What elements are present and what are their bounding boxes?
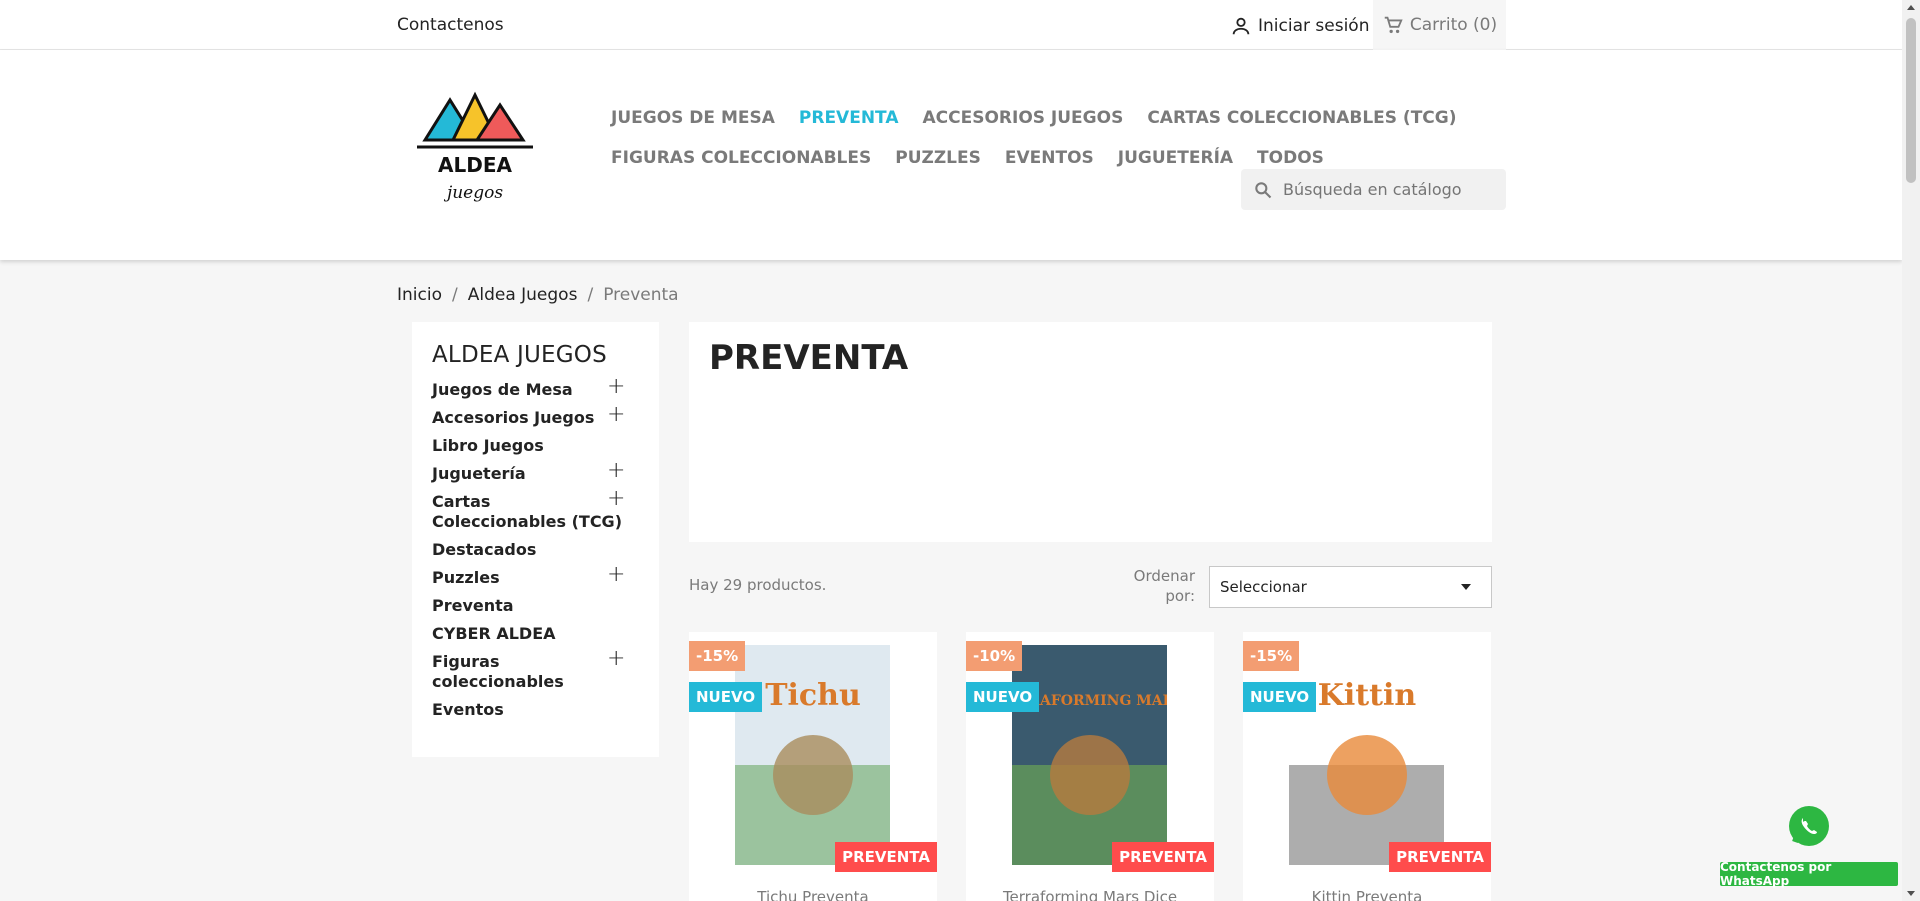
sidebar-item[interactable]: Figuras coleccionables +: [432, 648, 625, 692]
preorder-badge: PREVENTA: [835, 842, 937, 872]
search-icon[interactable]: [1253, 180, 1273, 200]
nav-item-eventos[interactable]: EVENTOS: [1005, 148, 1094, 168]
product-name[interactable]: Tichu Preventa: [689, 888, 937, 901]
product-name[interactable]: Kittin Preventa: [1243, 888, 1491, 901]
sidebar-item[interactable]: Juguetería +: [432, 460, 625, 484]
breadcrumb-separator: /: [587, 285, 594, 305]
sidebar-item[interactable]: Eventos: [432, 700, 622, 720]
logo-text: ALDEA: [438, 153, 512, 177]
discount-badge: -10%: [966, 641, 1023, 671]
product-card[interactable]: Tichu -15% NUEVO PREVENTA Tichu Preventa: [689, 632, 937, 901]
product-image[interactable]: Kittin: [1289, 645, 1444, 865]
sidebar-item[interactable]: Juegos de Mesa +: [432, 376, 625, 400]
sidebar-item[interactable]: Accesorios Juegos +: [432, 404, 625, 428]
page-title: PREVENTA: [709, 338, 909, 378]
category-header: PREVENTA: [689, 322, 1492, 542]
expand-plus-icon[interactable]: +: [607, 648, 625, 670]
discount-badge: -15%: [1243, 641, 1300, 671]
signin-label: Iniciar sesión: [1258, 16, 1370, 36]
sort-label: Ordenar por:: [1133, 567, 1195, 605]
sidebar-item-label: Eventos: [432, 700, 504, 719]
product-count: Hay 29 productos.: [689, 576, 827, 594]
discount-badge: -15%: [689, 641, 746, 671]
signin-link[interactable]: Iniciar sesión: [1230, 15, 1369, 37]
contact-link[interactable]: Contactenos: [397, 15, 504, 35]
sidebar-item-label: Juguetería: [432, 464, 526, 483]
whatsapp-icon[interactable]: [1787, 804, 1831, 848]
sidebar-item-label: Puzzles: [432, 568, 500, 587]
expand-plus-icon[interactable]: +: [607, 376, 625, 398]
store-logo[interactable]: ALDEA juegos: [415, 90, 540, 220]
sort-value: Seleccionar: [1220, 578, 1307, 596]
sidebar-item[interactable]: CYBER ALDEA: [432, 624, 622, 644]
breadcrumb-current: Preventa: [603, 285, 679, 305]
new-badge: NUEVO: [966, 682, 1040, 712]
scrollbar-thumb[interactable]: [1906, 18, 1916, 183]
sidebar-item[interactable]: Destacados: [432, 540, 622, 560]
cart-label: Carrito (0): [1409, 15, 1498, 35]
scroll-up-icon[interactable]: [1907, 5, 1915, 10]
sidebar-title[interactable]: ALDEA JUEGOS: [432, 342, 639, 368]
nav-item-juegos-de-mesa[interactable]: JUEGOS DE MESA: [611, 108, 775, 128]
sidebar-item-label: Preventa: [432, 596, 514, 615]
sidebar-item-label: Figuras coleccionables: [432, 652, 564, 691]
breadcrumb-home[interactable]: Inicio: [397, 285, 442, 305]
search-box[interactable]: [1241, 169, 1506, 210]
top-bar: Contactenos Iniciar sesión Carrito (0): [0, 0, 1902, 50]
sort-dropdown[interactable]: Seleccionar: [1209, 566, 1492, 608]
nav-item-preventa[interactable]: PREVENTA: [799, 108, 899, 128]
cart-button[interactable]: Carrito (0): [1373, 0, 1506, 50]
chevron-down-icon: [1461, 584, 1471, 590]
scrollbar[interactable]: [1902, 0, 1920, 901]
search-input[interactable]: [1283, 180, 1493, 199]
svg-text:Kittin: Kittin: [1318, 678, 1417, 713]
expand-plus-icon[interactable]: +: [607, 564, 625, 586]
category-list: Juegos de Mesa + Accesorios Juegos + Libro J…: [432, 376, 639, 720]
expand-plus-icon[interactable]: +: [607, 404, 625, 426]
breadcrumb-separator: /: [451, 285, 458, 305]
nav-item-todos[interactable]: TODOS: [1257, 148, 1324, 168]
whatsapp-contact-button[interactable]: Contactenos por WhatsApp: [1720, 860, 1898, 888]
user-icon: [1232, 17, 1250, 35]
sidebar-item-label: Destacados: [432, 540, 537, 559]
nav-item-figuras-coleccionables[interactable]: FIGURAS COLECCIONABLES: [611, 148, 871, 168]
main-nav: JUEGOS DE MESA PREVENTA ACCESORIOS JUEGOS C…: [611, 98, 1457, 178]
nav-item-cartas-coleccionables-tcg[interactable]: CARTAS COLECCIONABLES (TCG): [1147, 108, 1456, 128]
sidebar-item[interactable]: Cartas Coleccionables (TCG) +: [432, 488, 625, 532]
product-image[interactable]: Tichu: [735, 645, 890, 865]
svg-text:Tichu: Tichu: [765, 678, 861, 713]
logo-subtext: juegos: [443, 183, 503, 203]
sidebar-item-label: CYBER ALDEA: [432, 624, 556, 643]
sidebar-item[interactable]: Puzzles +: [432, 564, 625, 588]
sidebar-item-label: Libro Juegos: [432, 436, 544, 455]
new-badge: NUEVO: [1243, 682, 1317, 712]
sidebar-item-label: Juegos de Mesa: [432, 380, 573, 399]
nav-item-accesorios-juegos[interactable]: ACCESORIOS JUEGOS: [922, 108, 1123, 128]
nav-row: JUEGOS DE MESA PREVENTA ACCESORIOS JUEGOS C…: [611, 98, 1457, 138]
cart-icon: [1384, 16, 1403, 34]
nav-item-puzzles[interactable]: PUZZLES: [895, 148, 981, 168]
sidebar-item-label: Cartas Coleccionables (TCG): [432, 492, 622, 531]
sidebar-item[interactable]: Preventa: [432, 596, 622, 616]
preorder-badge: PREVENTA: [1389, 842, 1491, 872]
breadcrumb: Inicio / Aldea Juegos / Preventa: [397, 285, 679, 305]
scroll-down-icon[interactable]: [1907, 891, 1915, 896]
product-name[interactable]: Terraforming Mars Dice: [966, 888, 1214, 901]
expand-plus-icon[interactable]: +: [607, 488, 625, 510]
preorder-badge: PREVENTA: [1112, 842, 1214, 872]
product-card[interactable]: Kittin -15% NUEVO PREVENTA Kittin Preventa: [1243, 632, 1491, 901]
breadcrumb-category[interactable]: Aldea Juegos: [468, 285, 578, 305]
product-image[interactable]: TERRAFORMING MARS: [996, 645, 1184, 865]
new-badge: NUEVO: [689, 682, 763, 712]
category-sidebar: ALDEA JUEGOS Juegos de Mesa + Accesorios J…: [412, 322, 659, 757]
sidebar-item-label: Accesorios Juegos: [432, 408, 595, 427]
expand-plus-icon[interactable]: +: [607, 460, 625, 482]
sidebar-item[interactable]: Libro Juegos: [432, 436, 622, 456]
nav-item-jugueter-a[interactable]: JUGUETERÍA: [1118, 148, 1233, 168]
header: ALDEA juegos JUEGOS DE MESA PREVENTA ACCES…: [0, 50, 1902, 260]
product-card[interactable]: TERRAFORMING MARS-10% NUEVO PREVENTA Terraf…: [966, 632, 1214, 901]
